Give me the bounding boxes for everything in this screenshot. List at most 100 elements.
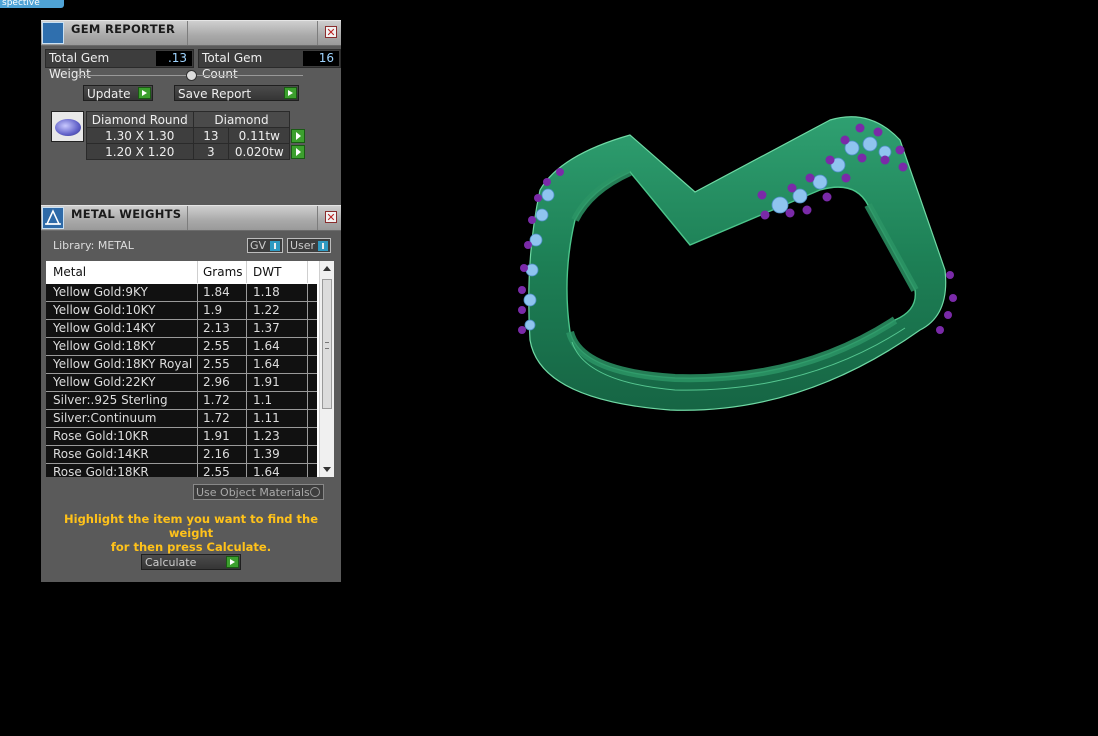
metal-grams: 2.55 — [203, 357, 230, 371]
metal-name: Rose Gold:18KR — [53, 465, 149, 477]
round-gem-icon — [55, 119, 81, 136]
metal-dwt: 1.64 — [253, 357, 280, 371]
calculate-label: Calculate — [145, 556, 197, 569]
instruction-text: Highlight the item you want to find the … — [41, 512, 341, 554]
gem-size: 1.30 X 1.30 — [86, 127, 194, 144]
metal-grams: 1.84 — [203, 285, 230, 299]
scroll-up-icon[interactable] — [323, 266, 331, 271]
metal-name: Yellow Gold:22KY — [53, 375, 156, 389]
gem-count: 3 — [192, 143, 230, 160]
metal-grams: 2.13 — [203, 321, 230, 335]
gem-size: 1.20 X 1.20 — [86, 143, 194, 160]
metal-dwt: 1.39 — [253, 447, 280, 461]
metal-grams: 1.9 — [203, 303, 223, 317]
save-report-button[interactable]: Save Report — [174, 85, 299, 101]
column-dwt[interactable]: DWT — [253, 265, 281, 279]
instruction-line-1: Highlight the item you want to find the … — [64, 512, 318, 540]
metal-grams: 2.55 — [203, 465, 230, 477]
toggle-switch-icon — [270, 241, 280, 251]
gem-row[interactable]: 1.30 X 1.30 13 0.11tw — [86, 127, 307, 144]
calculate-button[interactable]: Calculate — [141, 554, 241, 570]
update-button[interactable]: Update — [83, 85, 153, 101]
table-row[interactable]: Yellow Gold:10KY 1.9 1.22 — [46, 302, 317, 320]
total-gem-count-label: Total Gem Count — [202, 51, 263, 81]
instruction-line-2: for then press Calculate. — [110, 540, 272, 554]
gem-weight: 0.020tw — [228, 143, 291, 160]
metal-dwt: 1.22 — [253, 303, 280, 317]
gem-row[interactable]: 1.20 X 1.20 3 0.020tw — [86, 143, 307, 160]
scroll-down-icon[interactable] — [323, 467, 331, 472]
metal-table-scrollbar[interactable] — [319, 261, 334, 477]
table-row[interactable]: Rose Gold:10KR 1.91 1.23 — [46, 428, 317, 446]
table-row[interactable]: Silver:.925 Sterling 1.72 1.1 — [46, 392, 317, 410]
metal-grams: 2.16 — [203, 447, 230, 461]
metal-name: Yellow Gold:14KY — [53, 321, 156, 335]
column-metal[interactable]: Metal — [53, 265, 86, 279]
gem-count: 13 — [192, 127, 230, 144]
gem-shape-header: Diamond Round — [86, 111, 194, 128]
table-row[interactable]: Yellow Gold:14KY 2.13 1.37 — [46, 320, 317, 338]
metal-name: Yellow Gold:9KY — [53, 285, 148, 299]
gv-toggle-label: GV — [250, 239, 267, 252]
go-arrow-icon — [226, 556, 239, 568]
total-gem-weight-value: .13 — [156, 51, 193, 66]
gem-material-header: Diamond — [192, 111, 291, 128]
viewport-tab[interactable]: spective — [0, 0, 64, 8]
go-arrow-icon[interactable] — [291, 128, 306, 143]
table-row[interactable]: Yellow Gold:22KY 2.96 1.91 — [46, 374, 317, 392]
metal-grams: 2.55 — [203, 339, 230, 353]
go-arrow-icon[interactable] — [291, 144, 306, 159]
close-icon[interactable]: ✕ — [325, 211, 337, 223]
metal-name: Yellow Gold:18KY — [53, 339, 156, 353]
library-label: Library: METAL — [53, 239, 134, 252]
diamond-round-thumbnail — [51, 111, 84, 142]
splitter-handle[interactable] — [186, 70, 197, 81]
gv-toggle[interactable]: GV — [247, 238, 283, 253]
table-row[interactable]: Silver:Continuum 1.72 1.11 — [46, 410, 317, 428]
metal-rows: Yellow Gold:9KY 1.84 1.18 Yellow Gold:10KY 1… — [46, 284, 317, 477]
radio-icon — [310, 487, 320, 497]
metal-name: Yellow Gold:10KY — [53, 303, 156, 317]
gem-report-icon — [42, 22, 64, 44]
metal-name: Silver:.925 Sterling — [53, 393, 168, 407]
metal-grams: 1.72 — [203, 411, 230, 425]
save-report-label: Save Report — [178, 87, 252, 101]
metal-dwt: 1.23 — [253, 429, 280, 443]
metal-grams: 2.96 — [203, 375, 230, 389]
update-label: Update — [87, 87, 131, 101]
scale-icon — [42, 207, 64, 229]
user-toggle[interactable]: User — [287, 238, 331, 253]
gem-reporter-title: GEM REPORTER — [71, 22, 176, 36]
metal-name: Rose Gold:10KR — [53, 429, 149, 443]
user-toggle-label: User — [290, 239, 316, 252]
go-arrow-icon — [284, 87, 297, 99]
table-row[interactable]: Yellow Gold:18KY 2.55 1.64 — [46, 338, 317, 356]
column-grams[interactable]: Grams — [203, 265, 243, 279]
metal-dwt: 1.91 — [253, 375, 280, 389]
table-row[interactable]: Rose Gold:18KR 2.55 1.64 — [46, 464, 317, 477]
metal-grams: 1.91 — [203, 429, 230, 443]
gem-weight: 0.11tw — [228, 127, 291, 144]
metal-weights-panel: METAL WEIGHTS ✕ Library: METAL GV User M… — [41, 205, 341, 582]
go-arrow-icon — [138, 87, 151, 99]
gem-reporter-titlebar[interactable]: GEM REPORTER ✕ — [41, 20, 341, 46]
use-object-materials-option[interactable]: Use Object Materials — [193, 484, 324, 500]
metal-name: Rose Gold:14KR — [53, 447, 149, 461]
close-icon[interactable]: ✕ — [325, 26, 337, 38]
table-row[interactable]: Yellow Gold:9KY 1.84 1.18 — [46, 284, 317, 302]
gem-summary: Diamond Round Diamond 1.30 X 1.30 13 0.1… — [51, 111, 307, 161]
ring-3d-model[interactable] — [500, 110, 970, 430]
table-row[interactable]: Rose Gold:14KR 2.16 1.39 — [46, 446, 317, 464]
metal-name: Silver:Continuum — [53, 411, 157, 425]
metal-table-header: Metal Grams DWT — [46, 261, 317, 283]
metal-weights-title: METAL WEIGHTS — [71, 207, 182, 221]
metal-name: Yellow Gold:18KY Royal — [53, 357, 193, 371]
gem-table: Diamond Round Diamond 1.30 X 1.30 13 0.1… — [86, 111, 307, 160]
total-gem-count-value: 16 — [303, 51, 339, 66]
metal-weights-titlebar[interactable]: METAL WEIGHTS ✕ — [41, 205, 341, 231]
total-gem-weight: Total Gem Weight .13 — [45, 49, 195, 81]
metal-table: Metal Grams DWT Yellow Gold:9KY 1.84 1.18 Y… — [46, 261, 334, 477]
total-gem-weight-label: Total Gem Weight — [49, 51, 110, 81]
scroll-thumb[interactable] — [322, 279, 332, 409]
table-row[interactable]: Yellow Gold:18KY Royal 2.55 1.64 — [46, 356, 317, 374]
